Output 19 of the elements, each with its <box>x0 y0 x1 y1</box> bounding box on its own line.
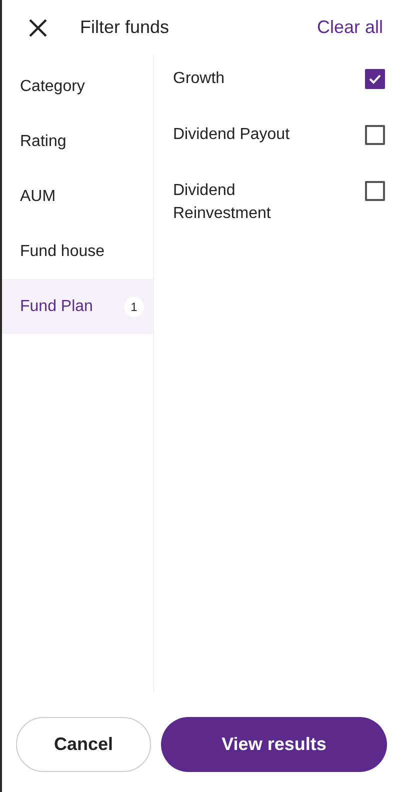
count-badge: 1 <box>124 296 144 316</box>
page-title: Filter funds <box>80 17 170 38</box>
filter-category-tab[interactable]: Rating <box>2 114 153 169</box>
checkbox[interactable] <box>365 69 385 89</box>
checkmark-icon <box>369 74 381 84</box>
filter-category-tab[interactable]: Fund house <box>2 224 153 279</box>
filter-category-tab[interactable]: Fund Plan 1 <box>2 279 153 334</box>
checkbox[interactable] <box>365 181 385 201</box>
close-icon <box>28 18 48 38</box>
filter-category-tab[interactable]: Category <box>2 59 153 114</box>
checkbox[interactable] <box>365 125 385 145</box>
option-label: Growth <box>173 69 225 89</box>
clear-all-link[interactable]: Clear all <box>316 17 383 38</box>
cancel-button[interactable]: Cancel <box>16 717 151 772</box>
filter-category-tab[interactable]: AUM <box>2 169 153 224</box>
view-results-button[interactable]: View results <box>161 717 387 772</box>
option-label: Dividend Reinvestment <box>173 181 271 224</box>
option-label: Dividend Payout <box>173 125 290 145</box>
close-button[interactable] <box>28 18 48 38</box>
